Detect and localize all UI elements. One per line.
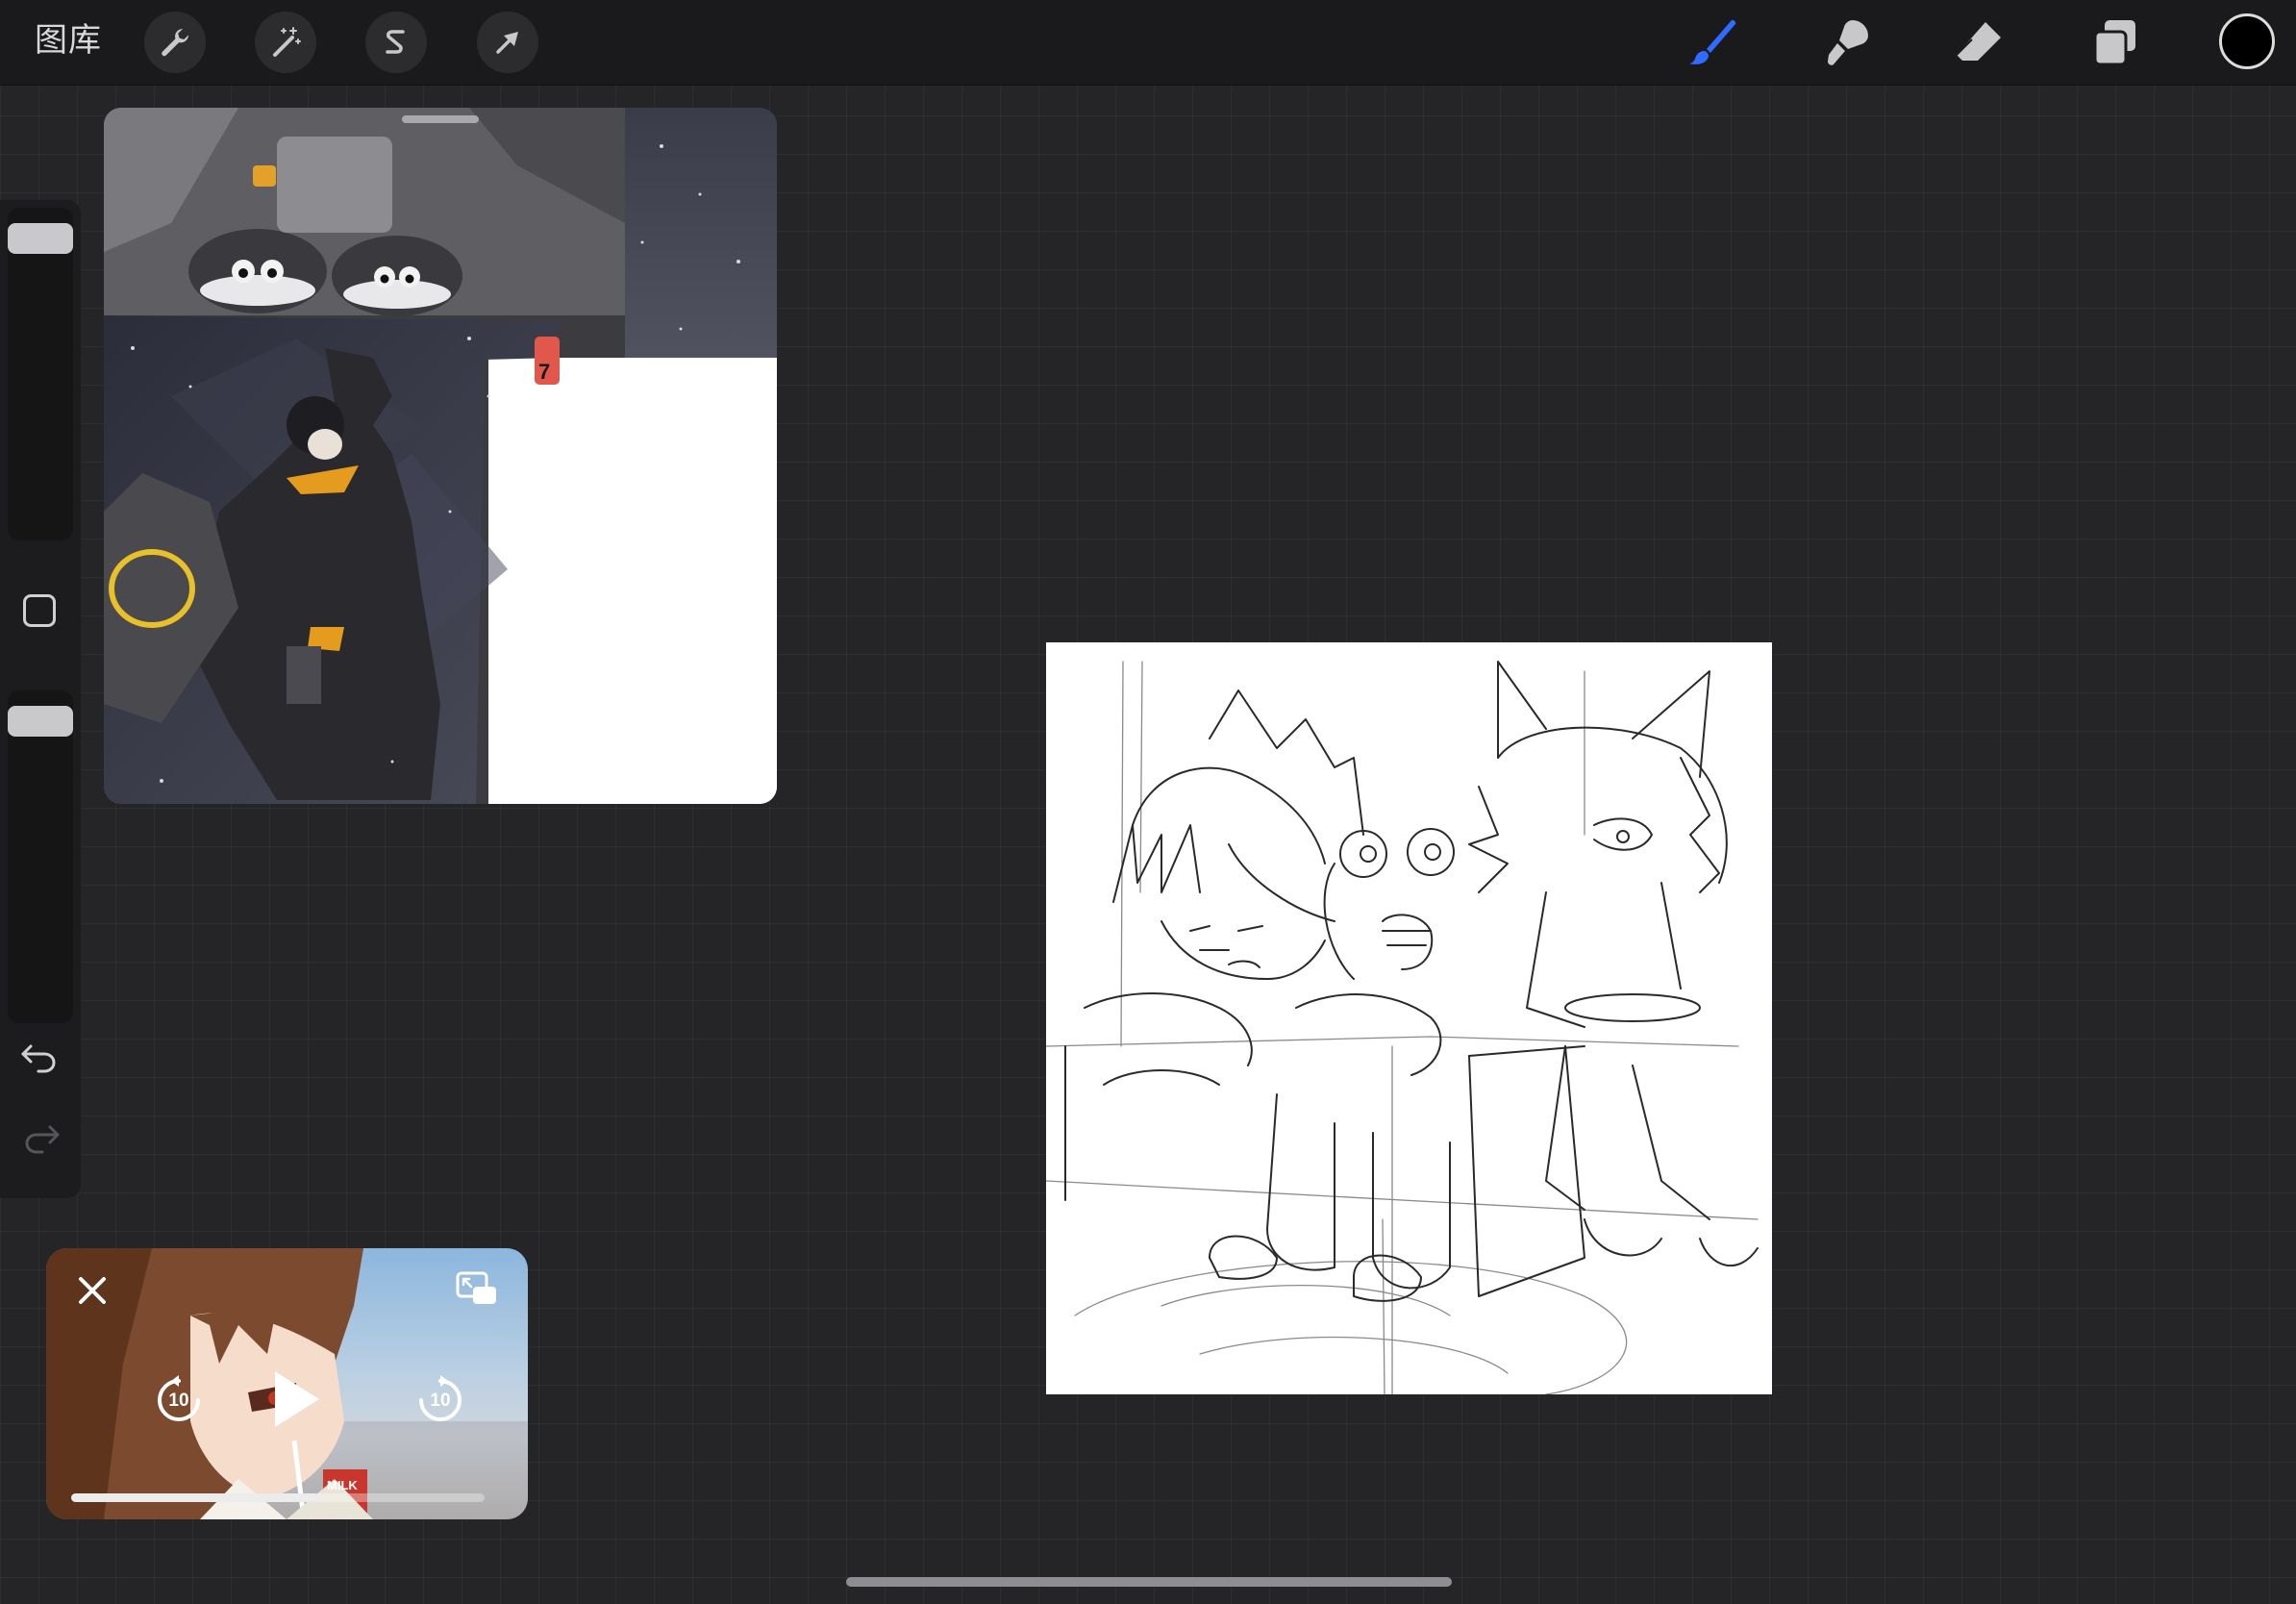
- eraser-tool-button[interactable]: [1944, 8, 2013, 77]
- modify-button[interactable]: [23, 594, 56, 627]
- left-sidebar: [0, 200, 81, 1198]
- redo-icon[interactable]: [17, 1114, 63, 1160]
- milk-carton-text: MILK: [327, 1478, 358, 1492]
- skip-forward-button[interactable]: 10: [413, 1373, 467, 1427]
- gallery-button[interactable]: 图库: [35, 19, 102, 62]
- brush-tool-button[interactable]: [1677, 8, 1746, 77]
- drawing-canvas[interactable]: [1045, 642, 1772, 1395]
- arrow-cursor-icon: [496, 32, 518, 54]
- pip-restore-icon[interactable]: [454, 1269, 500, 1308]
- sketch-artwork: [1045, 661, 1759, 1395]
- actions-button[interactable]: [144, 12, 206, 73]
- play-icon[interactable]: [260, 1366, 327, 1433]
- reference-panel[interactable]: 7: [104, 108, 777, 804]
- reference-drag-handle[interactable]: [402, 115, 479, 123]
- top-toolbar: 图库: [0, 0, 2296, 86]
- reference-badge-text: 7: [538, 360, 551, 384]
- wrench-icon: [162, 29, 188, 57]
- video-progress-fill: [71, 1493, 319, 1502]
- home-indicator[interactable]: [846, 1577, 1452, 1587]
- brush-icon: [1689, 19, 1736, 64]
- brush-size-thumb[interactable]: [8, 223, 73, 254]
- opacity-thumb[interactable]: [8, 706, 73, 737]
- smudge-icon: [1828, 20, 1868, 65]
- pip-video-player[interactable]: MILK 10 10: [46, 1248, 528, 1519]
- reference-image: [104, 108, 777, 804]
- transform-button[interactable]: [477, 12, 538, 73]
- brush-size-slider[interactable]: [8, 208, 73, 540]
- skip-back-button[interactable]: 10: [152, 1373, 206, 1427]
- layers-icon: [2093, 20, 2135, 66]
- skip-forward-seconds: 10: [430, 1391, 451, 1411]
- video-progress-bar[interactable]: [71, 1493, 485, 1502]
- close-icon[interactable]: [73, 1271, 112, 1310]
- undo-icon[interactable]: [17, 1033, 63, 1079]
- opacity-slider[interactable]: [8, 690, 73, 1023]
- eraser-icon: [1956, 22, 2001, 61]
- adjustments-button[interactable]: [255, 12, 316, 73]
- color-picker-button[interactable]: [2219, 13, 2275, 69]
- smudge-tool-button[interactable]: [1811, 8, 1881, 77]
- magic-wand-icon: [273, 27, 301, 57]
- selection-button[interactable]: [365, 12, 427, 73]
- layers-button[interactable]: [2081, 8, 2150, 77]
- selection-s-icon: [386, 30, 405, 54]
- skip-back-seconds: 10: [168, 1391, 189, 1411]
